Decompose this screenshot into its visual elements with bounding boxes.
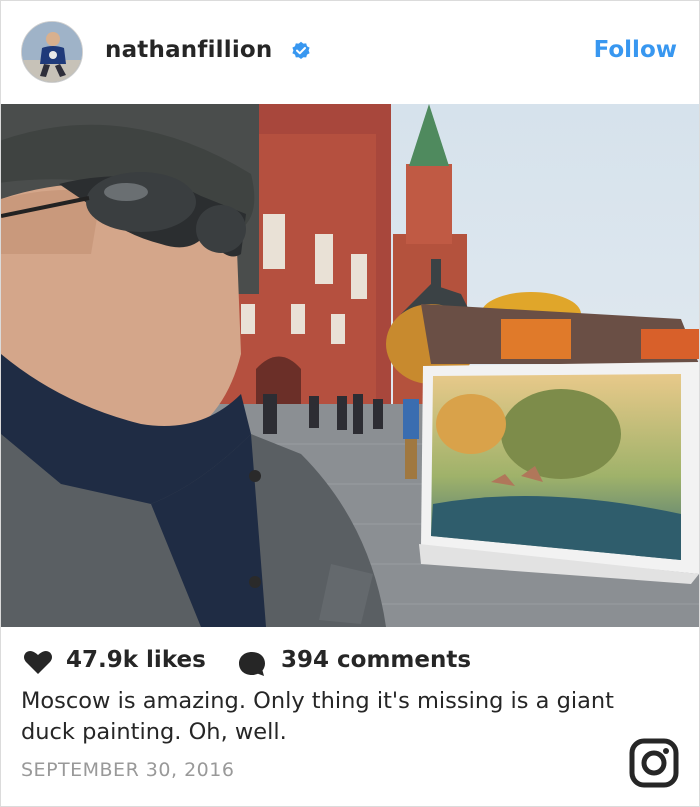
follow-button[interactable]: Follow — [594, 37, 677, 63]
instagram-post-card: nathanfillion Follow 47.9k likes 394 com… — [0, 0, 700, 807]
post-photo[interactable] — [1, 104, 699, 627]
verified-badge-icon — [292, 41, 310, 59]
post-date: SEPTEMBER 30, 2016 — [21, 759, 235, 781]
avatar[interactable] — [21, 21, 83, 83]
post-caption: Moscow is amazing. Only thing it's missi… — [21, 688, 614, 745]
username[interactable]: nathanfillion — [105, 37, 272, 63]
heart-icon[interactable] — [23, 649, 53, 675]
avatar-image — [22, 22, 82, 82]
comment-bubble-icon[interactable] — [237, 650, 267, 678]
comments-count[interactable]: 394 comments — [281, 647, 471, 673]
photo-scene — [1, 104, 699, 627]
post-header: nathanfillion Follow — [1, 1, 699, 104]
instagram-icon[interactable] — [629, 738, 679, 788]
likes-count[interactable]: 47.9k likes — [66, 647, 206, 673]
